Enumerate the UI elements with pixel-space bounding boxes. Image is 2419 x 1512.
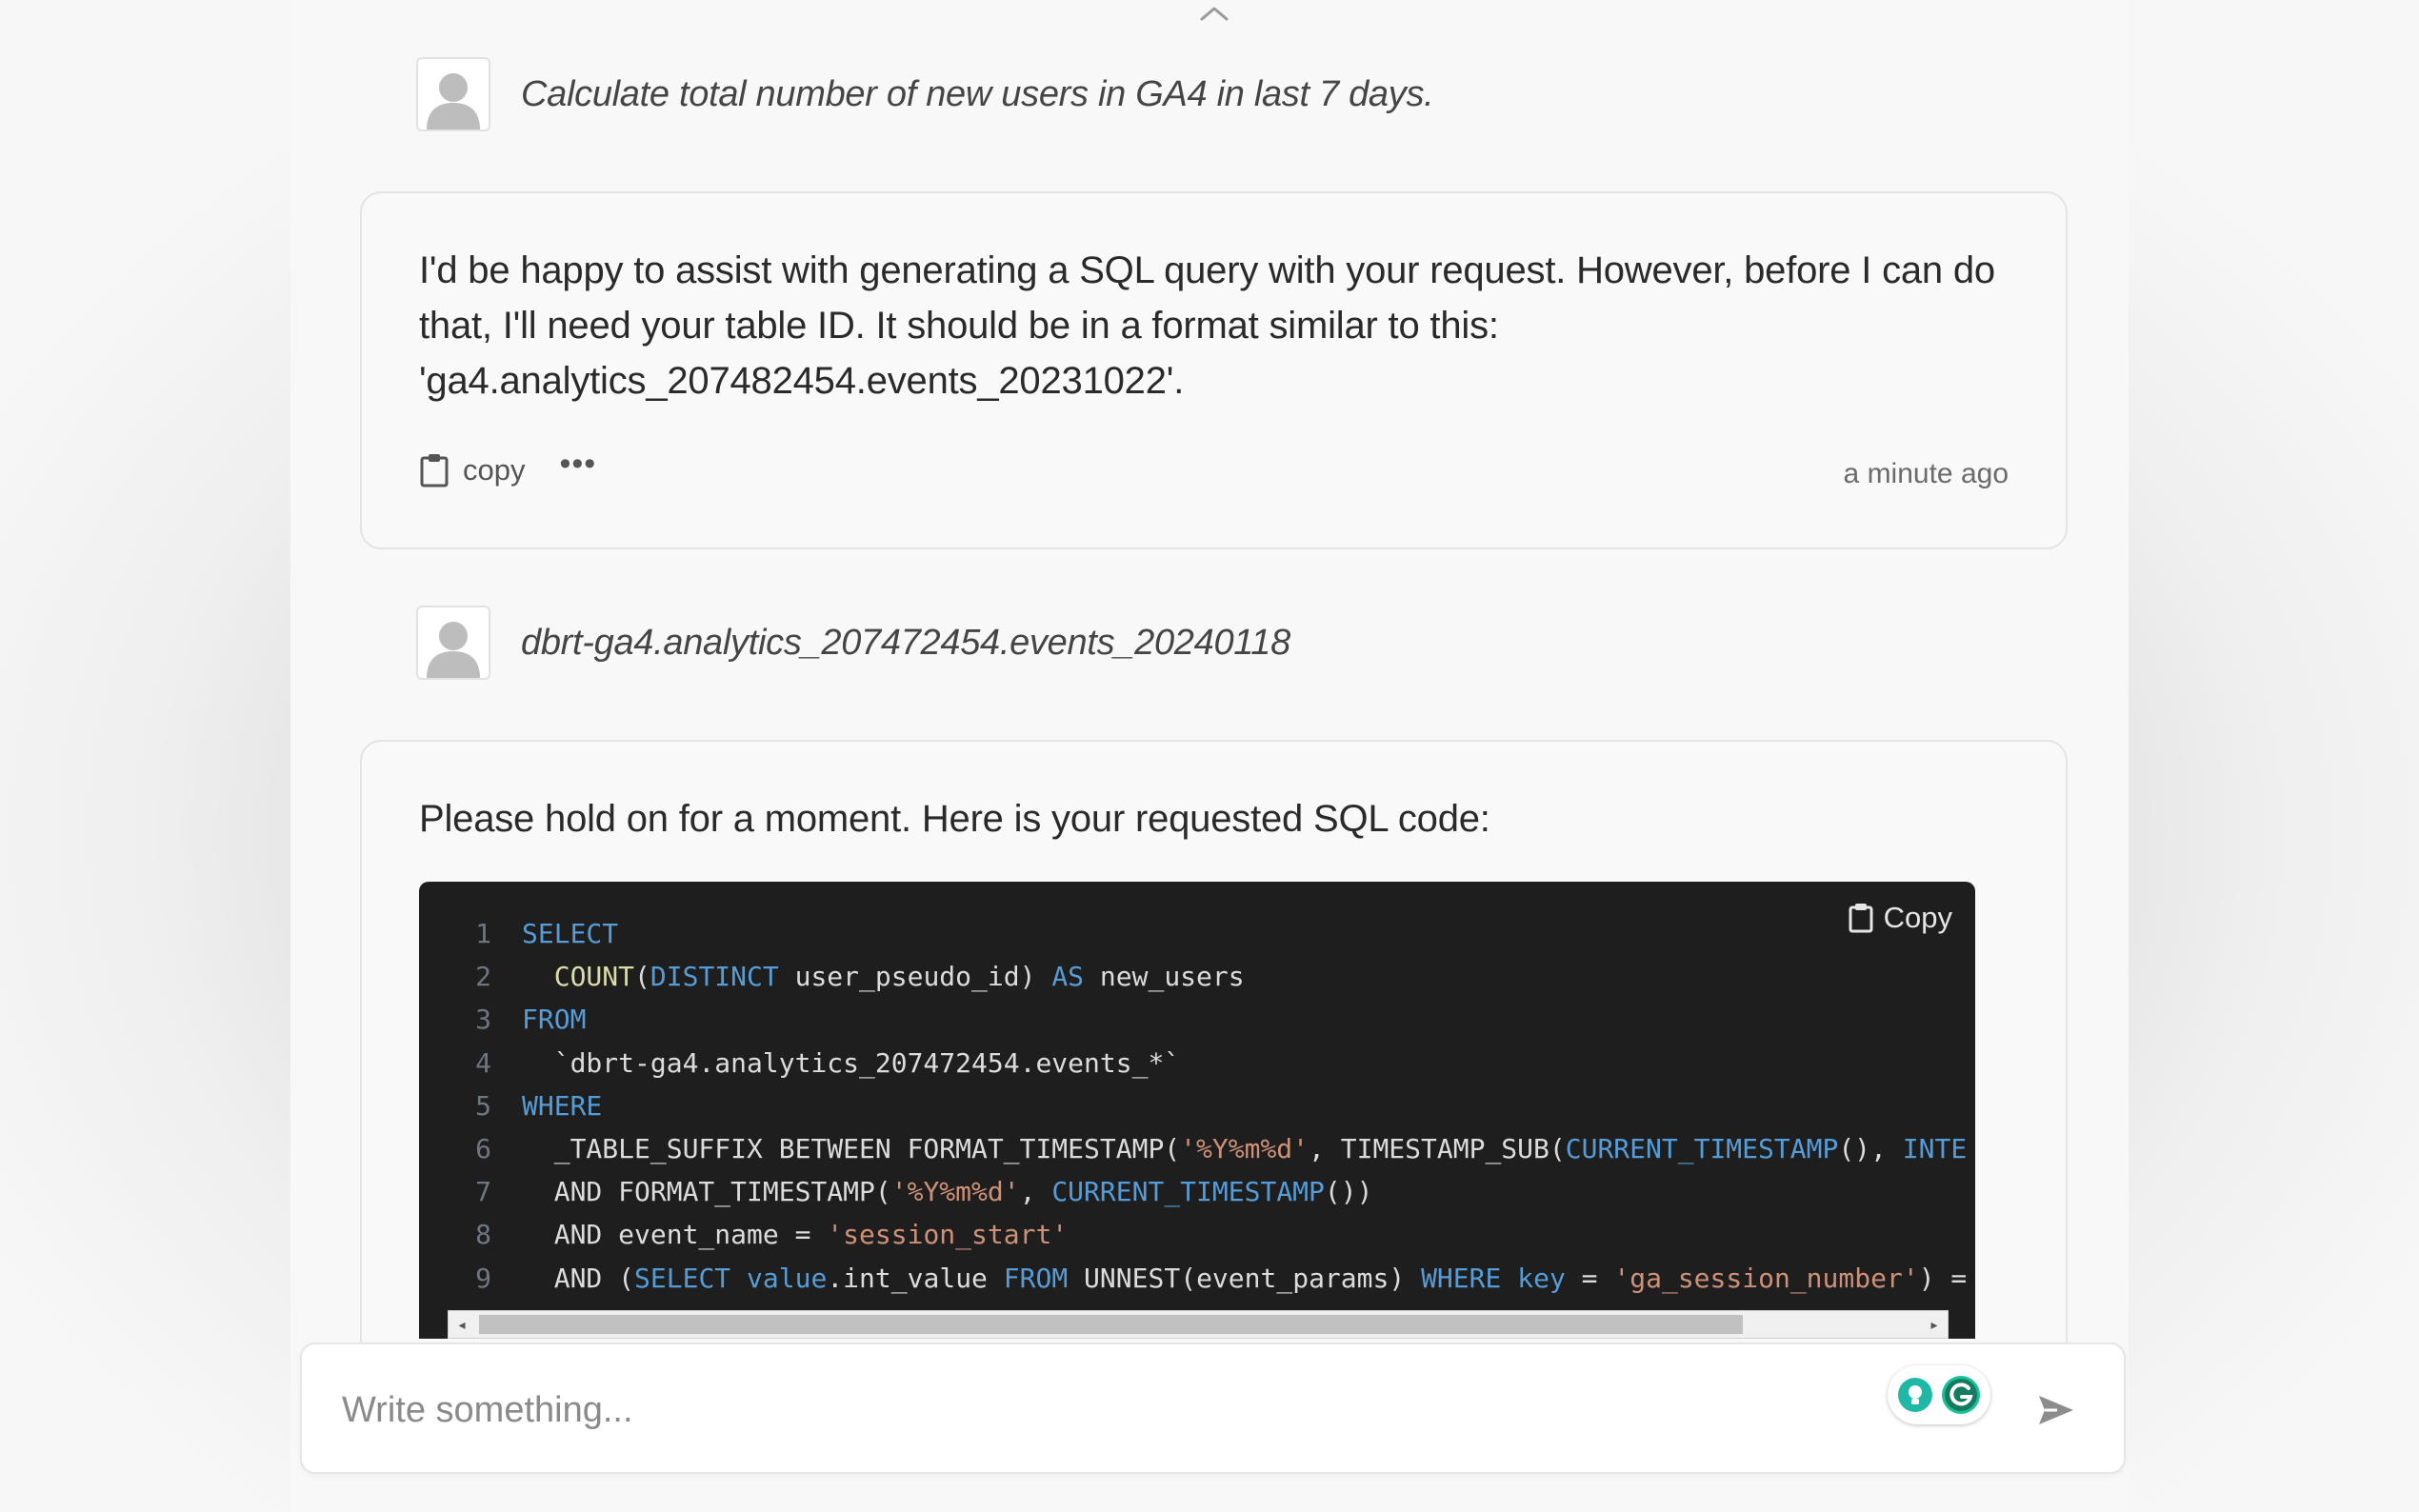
- line-number: 7: [475, 1176, 491, 1208]
- code-token: INTE: [1902, 1132, 1968, 1164]
- code-token: ) =: [1918, 1262, 1968, 1294]
- code-token: value: [747, 1262, 828, 1294]
- code-token: SELECT: [634, 1262, 731, 1294]
- code-token: AND FORMAT_TIMESTAMP(: [522, 1176, 891, 1208]
- grammarly-icon[interactable]: [1888, 1365, 1990, 1424]
- line-number: 6: [475, 1132, 491, 1164]
- horizontal-scrollbar[interactable]: ◂ ▸: [448, 1310, 1949, 1339]
- code-line: 9 AND (SELECT value.int_value FROM UNNES…: [419, 1257, 1975, 1300]
- send-icon[interactable]: [2032, 1386, 2080, 1434]
- line-number: 5: [475, 1089, 491, 1122]
- code-token: FROM: [1003, 1262, 1069, 1294]
- line-number: 3: [475, 1004, 491, 1036]
- code-line-content: AND FORMAT_TIMESTAMP('%Y%m%d', CURRENT_T…: [491, 1170, 1373, 1213]
- code-line-content: AND (SELECT value.int_value FROM UNNEST(…: [491, 1257, 1968, 1300]
- message-actions: copy •••: [419, 448, 596, 488]
- user-message-text: Calculate total number of new users in G…: [521, 73, 1434, 114]
- chevron-up-icon[interactable]: [1195, 0, 1233, 27]
- copy-label: copy: [463, 453, 526, 487]
- user-message: dbrt-ga4.analytics_207472454.events_2024…: [416, 606, 1290, 680]
- code-line: 7 AND FORMAT_TIMESTAMP('%Y%m%d', CURRENT…: [419, 1170, 1975, 1213]
- code-line-content: COUNT(DISTINCT user_pseudo_id) AS new_us…: [491, 955, 1245, 998]
- code-token: WHERE: [1421, 1262, 1502, 1294]
- code-line: 2 COUNT(DISTINCT user_pseudo_id) AS new_…: [419, 955, 1975, 998]
- assistant-message-text: I'd be happy to assist with generating a…: [419, 249, 1995, 402]
- code-token: WHERE: [522, 1089, 603, 1122]
- code-line: 3 FROM: [419, 998, 1975, 1041]
- chat-panel: Calculate total number of new users in G…: [290, 0, 2129, 1512]
- user-avatar-icon: [416, 606, 490, 680]
- message-composer: [300, 1343, 2126, 1474]
- code-line-content: WHERE: [491, 1084, 602, 1127]
- code-token: 'ga_session_number': [1613, 1262, 1919, 1294]
- code-token: _TABLE_SUFFIX BETWEEN FORMAT_TIMESTAMP(: [522, 1132, 1181, 1164]
- message-timestamp: a minute ago: [1843, 458, 2009, 489]
- code-token: SELECT: [522, 918, 619, 949]
- code-line-content: _TABLE_SUFFIX BETWEEN FORMAT_TIMESTAMP('…: [491, 1127, 1967, 1170]
- code-token: (: [634, 961, 650, 993]
- code-line: 8 AND event_name = 'session_start': [419, 1213, 1975, 1256]
- code-line-content: AND event_name = 'session_start': [491, 1213, 1068, 1256]
- code-token: , TIMESTAMP_SUB(: [1309, 1132, 1566, 1164]
- line-number: 1: [475, 918, 491, 949]
- code-token: new_users: [1084, 961, 1245, 993]
- assistant-message: I'd be happy to assist with generating a…: [360, 191, 2068, 549]
- code-token: FROM: [522, 1004, 587, 1036]
- code-block: Copy 1 SELECT 2 COUNT(DISTINCT user_pseudo…: [419, 882, 1975, 1339]
- line-number: 4: [475, 1046, 491, 1079]
- code-line: 1 SELECT: [419, 912, 1975, 955]
- code-token: AND (: [522, 1262, 635, 1294]
- copy-button[interactable]: copy: [419, 452, 525, 488]
- code-token: DISTINCT: [650, 961, 779, 993]
- code-token: 'session_start': [827, 1219, 1069, 1251]
- code-line: 5 WHERE: [419, 1084, 1975, 1127]
- code-line-content: SELECT: [491, 912, 618, 955]
- user-avatar-icon: [416, 57, 490, 131]
- line-number: 2: [475, 961, 491, 993]
- code-lines[interactable]: 1 SELECT 2 COUNT(DISTINCT user_pseudo_id) …: [419, 912, 1975, 1300]
- code-token: ,: [1019, 1176, 1052, 1208]
- user-message-text: dbrt-ga4.analytics_207472454.events_2024…: [521, 622, 1290, 663]
- scroll-left-icon[interactable]: ◂: [450, 1311, 473, 1338]
- scroll-thumb[interactable]: [479, 1315, 1743, 1334]
- line-number: 9: [475, 1262, 491, 1294]
- code-line-content: `dbrt-ga4.analytics_207472454.events_*`: [491, 1042, 1180, 1084]
- more-dots-icon[interactable]: •••: [559, 448, 596, 487]
- grammarly-g-icon: [1942, 1376, 1980, 1414]
- user-message: Calculate total number of new users in G…: [416, 57, 1434, 131]
- clipboard-icon: [420, 454, 449, 487]
- lightbulb-icon: [1898, 1378, 1932, 1412]
- code-token: key: [1517, 1262, 1566, 1294]
- code-token: .int_value: [827, 1262, 1004, 1294]
- code-token: UNNEST(event_params): [1068, 1262, 1422, 1294]
- code-token: user_pseudo_id): [778, 961, 1052, 993]
- code-token: (),: [1838, 1132, 1903, 1164]
- assistant-message-text: Please hold on for a moment. Here is you…: [419, 798, 1490, 840]
- message-input[interactable]: [340, 1381, 1868, 1440]
- scroll-right-icon[interactable]: ▸: [1923, 1311, 1946, 1338]
- line-number: 8: [475, 1219, 491, 1251]
- code-token: '%Y%m%d': [1180, 1132, 1309, 1164]
- code-line: 6 _TABLE_SUFFIX BETWEEN FORMAT_TIMESTAMP…: [419, 1127, 1975, 1170]
- code-token: ()): [1324, 1176, 1373, 1208]
- code-token: =: [1565, 1262, 1614, 1294]
- code-line: 4 `dbrt-ga4.analytics_207472454.events_*…: [419, 1042, 1975, 1084]
- assistant-message: Please hold on for a moment. Here is you…: [360, 740, 2068, 1425]
- code-token: AND event_name =: [522, 1219, 828, 1251]
- code-token: '%Y%m%d': [890, 1176, 1020, 1208]
- code-token: AS: [1051, 961, 1085, 993]
- code-token: COUNT: [553, 961, 635, 993]
- code-token: CURRENT_TIMESTAMP: [1051, 1176, 1325, 1208]
- code-line-content: FROM: [491, 998, 586, 1041]
- code-token: CURRENT_TIMESTAMP: [1565, 1132, 1839, 1164]
- code-token: `dbrt-ga4.analytics_207472454.events_*`: [522, 1046, 1181, 1079]
